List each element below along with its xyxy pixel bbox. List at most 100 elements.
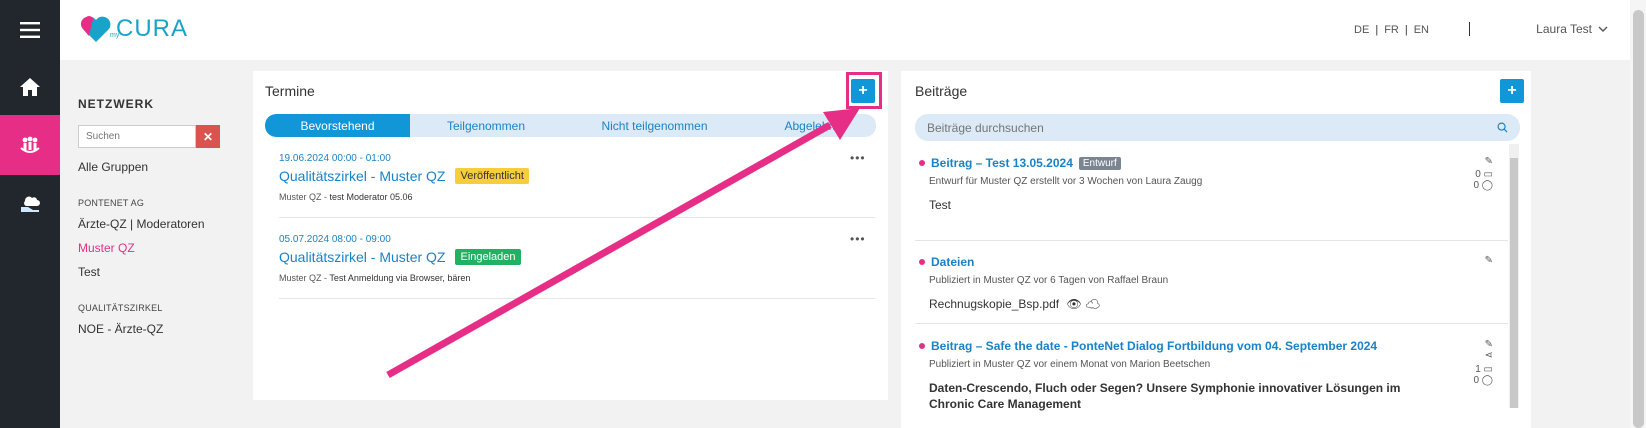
top-header: my CURA DE | FR | EN Laura Test [60, 0, 1630, 60]
group-link[interactable]: NOE - Ärzte-QZ [78, 322, 163, 336]
event-item: 19.06.2024 00:00 - 01:00 Qualitätszirkel… [279, 153, 529, 202]
edit-icon[interactable]: ✎ [1469, 339, 1493, 350]
event-title[interactable]: Qualitätszirkel - Muster QZ [279, 168, 445, 184]
post-title[interactable]: Beitrag – Test 13.05.2024 [931, 156, 1073, 170]
cloud-button[interactable] [0, 173, 60, 233]
more-dots-icon: ••• [850, 232, 866, 246]
home-button[interactable] [0, 57, 60, 117]
posts-scroll-thumb[interactable] [1510, 158, 1518, 408]
event-date: 19.06.2024 00:00 - 01:00 [279, 153, 391, 164]
group-search-input[interactable] [78, 125, 196, 148]
post-item: Beitrag – Test 13.05.2024 Entwurf Entwur… [919, 156, 1489, 213]
user-name: Laura Test [1536, 22, 1592, 36]
beitraege-search-input[interactable] [927, 120, 1497, 135]
event-group: Muster QZ [279, 273, 322, 283]
cloud-download-icon[interactable]: ☁ [1085, 297, 1100, 311]
termine-tabs: Bevorstehend Teilgenommen Nicht teilgeno… [265, 114, 876, 137]
close-icon: ✕ [202, 129, 214, 144]
lang-fr[interactable]: FR [1378, 24, 1405, 36]
comment-icon[interactable]: ◯ [1482, 180, 1493, 191]
draft-badge: Entwurf [1078, 156, 1121, 170]
event-desc: test Moderator 05.06 [329, 192, 413, 202]
event-more-button[interactable]: ••• [850, 151, 866, 165]
lang-en[interactable]: EN [1408, 24, 1435, 36]
menu-button[interactable] [0, 0, 60, 60]
clear-search-button[interactable]: ✕ [196, 125, 220, 148]
event-subtitle: Muster QZ - Test Anmeldung via Browser, … [279, 273, 521, 283]
file-count: 1 [1475, 364, 1481, 375]
post-meta: Publiziert in Muster QZ vor einem Monat … [929, 359, 1211, 370]
add-termin-button[interactable]: + [851, 79, 875, 103]
group-link[interactable]: Test [78, 265, 100, 279]
event-group: Muster QZ [279, 192, 322, 202]
logo-text: CURA [116, 15, 189, 42]
page-scroll-thumb[interactable] [1633, 10, 1644, 428]
post-body: Daten-Crescendo, Fluch oder Segen? Unser… [929, 381, 1401, 411]
attachment-name[interactable]: Rechnugskopie_Bsp.pdf [929, 297, 1059, 311]
user-menu[interactable]: Laura Test [1536, 22, 1608, 36]
cloud-hand-icon [21, 196, 40, 212]
group-link-active[interactable]: Muster QZ [78, 241, 135, 255]
tab-nicht-teilgenommen[interactable]: Nicht teilgenommen [562, 114, 747, 137]
logo-sub: my [110, 32, 120, 39]
group-search: ✕ [78, 125, 220, 148]
event-date: 05.07.2024 08:00 - 09:00 [279, 234, 391, 245]
termine-title: Termine [265, 83, 315, 99]
event-subtitle: Muster QZ - test Moderator 05.06 [279, 192, 529, 202]
unread-dot [919, 259, 925, 265]
divider [279, 217, 875, 218]
menu-icon [20, 22, 40, 38]
event-more-button[interactable]: ••• [850, 232, 866, 246]
beitraege-title: Beiträge [915, 83, 968, 99]
chevron-down-icon [1598, 26, 1608, 32]
post-title[interactable]: Dateien [931, 255, 974, 269]
app-logo[interactable]: my CURA [80, 14, 188, 44]
network-people-icon [20, 136, 40, 153]
share-icon[interactable]: ⋖ [1469, 350, 1493, 361]
post-item: Dateien Publiziert in Muster QZ vor 6 Ta… [919, 255, 1489, 312]
search-icon[interactable] [1497, 122, 1508, 133]
plus-icon: + [858, 82, 868, 99]
posts-scrollbar[interactable] [1509, 144, 1519, 408]
heart-logo-icon [80, 16, 111, 42]
add-beitrag-button[interactable]: + [1500, 79, 1524, 103]
post-actions: ✎ 0 ▭ 0 ◯ [1469, 156, 1493, 191]
post-attachment: Rechnugskopie_Bsp.pdf 👁 ☁ [929, 296, 1489, 312]
post-actions: ✎ ⋖ 1 ▭ 0 ◯ [1469, 339, 1493, 386]
page-scrollbar[interactable] [1630, 0, 1646, 428]
event-separator: - [321, 192, 330, 202]
edit-icon[interactable]: ✎ [1469, 255, 1493, 266]
group-link[interactable]: Ärzte-QZ | Moderatoren [78, 217, 205, 231]
all-groups-link[interactable]: Alle Gruppen [78, 160, 148, 174]
header-divider [1469, 22, 1470, 36]
divider [915, 240, 1508, 241]
beitraege-panel: Beiträge + Beitrag – Test 13.05.2024 Ent… [901, 71, 1531, 428]
unread-dot [919, 160, 925, 166]
status-badge: Veröffentlicht [455, 168, 529, 184]
folder-icon[interactable]: ▭ [1484, 364, 1493, 375]
more-dots-icon: ••• [850, 151, 866, 165]
edit-icon[interactable]: ✎ [1469, 156, 1493, 167]
folder-icon[interactable]: ▭ [1484, 169, 1493, 180]
network-button[interactable] [0, 115, 60, 175]
divider [279, 298, 875, 299]
lang-de[interactable]: DE [1348, 24, 1375, 36]
termine-panel: Termine + Bevorstehend Teilgenommen Nich… [253, 71, 888, 400]
post-body: Test [929, 198, 952, 212]
left-rail [0, 0, 60, 428]
tab-teilgenommen[interactable]: Teilgenommen [410, 114, 562, 137]
post-item: Beitrag – Safe the date - PonteNet Dialo… [919, 339, 1489, 412]
event-desc: Test Anmeldung via Browser, bären [329, 273, 471, 283]
unread-dot [919, 343, 925, 349]
comment-icon[interactable]: ◯ [1482, 375, 1493, 386]
event-title[interactable]: Qualitätszirkel - Muster QZ [279, 249, 445, 265]
comment-count: 0 [1473, 180, 1480, 191]
tab-abgelehnt[interactable]: Abgelehnt [747, 114, 876, 137]
home-icon [20, 78, 40, 96]
network-title: NETZWERK [78, 97, 154, 111]
post-meta: Entwurf für Muster QZ erstellt vor 3 Woc… [929, 176, 1203, 187]
tab-bevorstehend[interactable]: Bevorstehend [265, 114, 410, 137]
section-title: PONTENET AG [78, 198, 145, 208]
eye-icon[interactable]: 👁 [1066, 297, 1081, 311]
post-title[interactable]: Beitrag – Safe the date - PonteNet Dialo… [931, 339, 1377, 353]
